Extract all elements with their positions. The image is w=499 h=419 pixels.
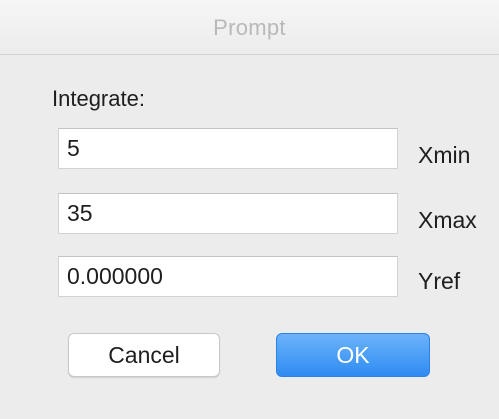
integrate-label: Integrate: (52, 86, 145, 111)
window-title: Prompt (213, 15, 286, 40)
xmin-input[interactable] (58, 128, 398, 169)
cancel-button[interactable]: Cancel (68, 333, 220, 377)
xmax-label: Xmax (418, 207, 477, 233)
yref-label: Yref (418, 268, 461, 294)
title-bar: Prompt (0, 0, 499, 55)
xmin-label: Xmin (418, 142, 471, 168)
xmax-input[interactable] (58, 193, 398, 234)
ok-button[interactable]: OK (276, 333, 430, 377)
yref-input[interactable] (58, 256, 398, 297)
